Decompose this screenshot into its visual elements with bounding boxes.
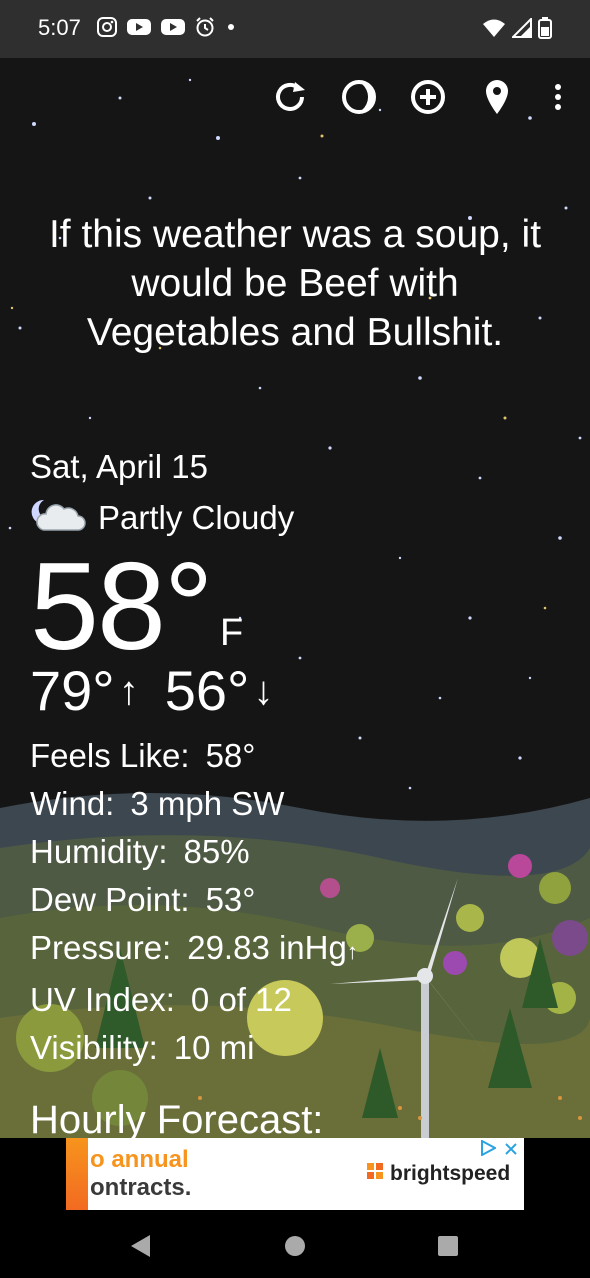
- detail-value: 58°: [205, 737, 256, 774]
- youtube-icon: [160, 17, 186, 42]
- detail-label: Feels Like:: [30, 737, 190, 774]
- ad-text-line-2: ontracts.: [90, 1174, 192, 1201]
- ad-controls: [480, 1139, 518, 1161]
- notification-icons: [96, 16, 238, 43]
- status-time: 5:07: [38, 15, 81, 40]
- detail-label: Visibility:: [30, 1029, 158, 1066]
- youtube-icon: [126, 17, 152, 42]
- battery-icon: [538, 17, 552, 44]
- low-temperature: 56°: [164, 659, 250, 722]
- location-pin-icon: [482, 78, 512, 121]
- detail-humidity: Humidity: 85%: [30, 828, 358, 876]
- detail-dew-point: Dew Point: 53°: [30, 876, 358, 924]
- detail-feels-like: Feels Like: 58°: [30, 732, 358, 780]
- ad-choices-icon[interactable]: [480, 1139, 498, 1161]
- high-low-temperatures: 79° ↑ 56° ↓: [30, 660, 299, 722]
- brightspeed-logo-icon: [366, 1162, 384, 1186]
- detail-label: Pressure:: [30, 929, 172, 966]
- down-arrow-icon: ↓: [253, 669, 274, 713]
- temperature-unit: F: [220, 612, 244, 654]
- ad-banner[interactable]: o annual ontracts. brightspeed: [66, 1138, 524, 1210]
- weather-quote: If this weather was a soup, it would be …: [48, 213, 542, 354]
- moon-phase-icon: [340, 78, 378, 121]
- hourly-forecast-heading: Hourly Forecast:: [30, 1098, 324, 1138]
- detail-value: 0 of 12: [190, 981, 292, 1018]
- app-toolbar: [0, 76, 590, 122]
- detail-pressure: Pressure: 29.83 inHg↑: [30, 924, 358, 976]
- partly-cloudy-night-icon: [30, 496, 86, 541]
- detail-value: 3 mph SW: [130, 785, 285, 822]
- system-navigation-bar: [0, 1218, 590, 1278]
- home-circle-icon: [283, 1234, 307, 1263]
- detail-label: Humidity:: [30, 833, 168, 870]
- signal-icon: [510, 16, 532, 43]
- status-bar: 5:07: [0, 0, 590, 58]
- detail-visibility: Visibility: 10 mi: [30, 1024, 358, 1072]
- moon-phase-button[interactable]: [336, 76, 382, 122]
- current-date: Sat, April 15: [30, 448, 208, 485]
- detail-label: UV Index:: [30, 981, 175, 1018]
- ad-brand-name: brightspeed: [390, 1162, 511, 1185]
- ad-accent-strip: [66, 1138, 88, 1210]
- system-icons: [482, 16, 552, 44]
- wifi-icon: [482, 18, 506, 43]
- ad-close-icon[interactable]: [504, 1140, 518, 1161]
- add-location-icon: [409, 78, 447, 121]
- detail-label: Dew Point:: [30, 881, 190, 918]
- recents-square-icon: [436, 1234, 460, 1263]
- back-button[interactable]: [124, 1232, 156, 1264]
- detail-value: 85%: [183, 833, 250, 870]
- more-options-icon: [553, 82, 563, 117]
- detail-value: 29.83 inHg: [187, 929, 347, 966]
- instagram-icon: [96, 16, 118, 43]
- refresh-icon: [271, 78, 309, 121]
- current-condition: Partly Cloudy: [30, 496, 294, 540]
- high-temperature: 79°: [30, 659, 115, 722]
- ad-brand: brightspeed: [366, 1162, 510, 1186]
- weather-screen[interactable]: If this weather was a soup, it would be …: [0, 58, 590, 1138]
- condition-label: Partly Cloudy: [98, 499, 295, 536]
- ad-text-line-1: o annual: [90, 1146, 189, 1173]
- current-temperature: 58°: [30, 538, 214, 676]
- up-arrow-icon: ↑: [118, 669, 139, 713]
- detail-wind: Wind: 3 mph SW: [30, 780, 358, 828]
- more-options-button[interactable]: [535, 76, 581, 122]
- dot-icon: [224, 20, 238, 39]
- location-button[interactable]: [474, 76, 520, 122]
- detail-uv-index: UV Index: 0 of 12: [30, 976, 358, 1024]
- detail-label: Wind:: [30, 785, 115, 822]
- refresh-button[interactable]: [267, 76, 313, 122]
- recents-button[interactable]: [432, 1232, 464, 1264]
- weather-details: Feels Like: 58° Wind: 3 mph SW Humidity: 85…: [30, 732, 358, 1072]
- home-button[interactable]: [279, 1232, 311, 1264]
- ad-banner-area: o annual ontracts. brightspeed: [0, 1138, 590, 1218]
- detail-value: 53°: [205, 881, 256, 918]
- alarm-icon: [194, 16, 216, 43]
- detail-value: 10 mi: [173, 1029, 255, 1066]
- pressure-trend-icon: ↑: [346, 939, 358, 964]
- add-location-button[interactable]: [405, 76, 451, 122]
- back-triangle-icon: [128, 1233, 152, 1264]
